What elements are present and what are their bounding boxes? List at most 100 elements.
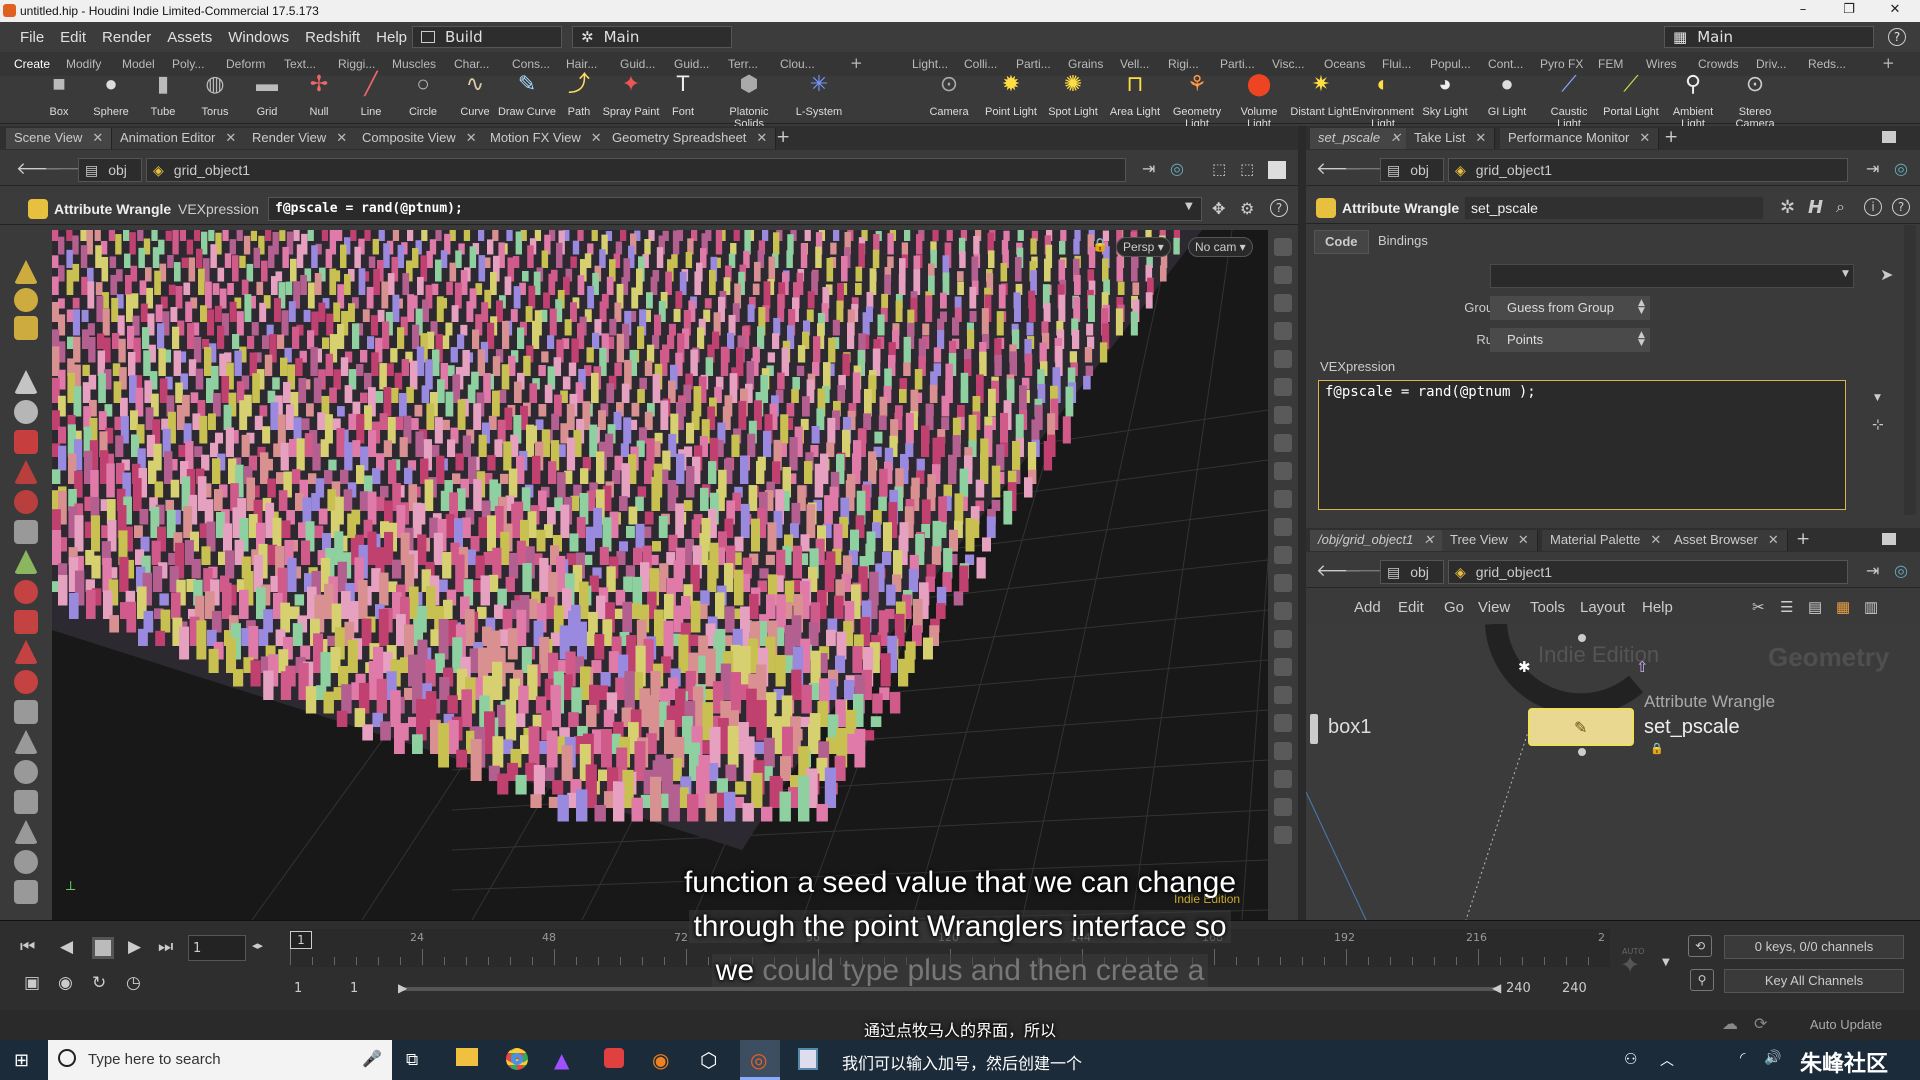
net-menu-view[interactable]: View: [1478, 599, 1510, 616]
shelf-tool[interactable]: ⊙ Stereo Camera: [1724, 73, 1786, 131]
shelf-tab[interactable]: Visc...: [1272, 55, 1312, 74]
dropdown-arrow-icon[interactable]: ▼: [1185, 201, 1193, 212]
app-icon-1[interactable]: ▲: [554, 1048, 569, 1072]
persp-menu[interactable]: Persp ▾: [1116, 237, 1171, 257]
pane-divider[interactable]: [1298, 126, 1306, 920]
menu-help[interactable]: Help: [368, 29, 415, 46]
viewport-tool-icon[interactable]: [14, 260, 38, 284]
viewport-tool-icon[interactable]: [14, 580, 38, 604]
menu-redshift[interactable]: Redshift: [297, 29, 368, 46]
viewport-tool-icon[interactable]: [14, 370, 38, 394]
handles-icon[interactable]: ✥: [1212, 199, 1225, 218]
unity-icon[interactable]: ⬡: [700, 1048, 717, 1072]
viewport-display-icon[interactable]: [1274, 322, 1292, 340]
run-over-menu[interactable]: Points: [1490, 328, 1650, 352]
taskbar-search[interactable]: Type here to search 🎤: [48, 1040, 392, 1080]
close-icon[interactable]: ✕: [1423, 532, 1434, 547]
close-icon[interactable]: ✕: [1768, 532, 1779, 547]
menu-windows[interactable]: Windows: [220, 29, 297, 46]
radial-pin-icon[interactable]: ⇧: [1636, 658, 1649, 676]
net-menu-layout[interactable]: Layout: [1580, 599, 1625, 616]
hda-icon[interactable]: H: [1808, 197, 1823, 218]
help-icon[interactable]: ?: [1888, 28, 1906, 46]
viewport-display-icon[interactable]: [1274, 462, 1292, 480]
houdini-taskbar-icon[interactable]: ◎: [740, 1040, 780, 1080]
parm-scrollbar[interactable]: [1904, 225, 1916, 515]
viewport-display-icon[interactable]: [1274, 798, 1292, 816]
vexpression-field[interactable]: f@pscale = rand(@ptnum);: [268, 197, 1202, 221]
viewport-tool-icon[interactable]: [14, 550, 38, 574]
windows-start-icon[interactable]: ⊞: [14, 1050, 29, 1071]
shelf-tool[interactable]: ✺ Spot Light: [1042, 73, 1104, 119]
tab-code[interactable]: Code: [1314, 230, 1369, 254]
close-icon[interactable]: ✕: [1390, 130, 1401, 145]
shelf-tool[interactable]: ✹ Point Light: [980, 73, 1042, 119]
chrome-icon[interactable]: [506, 1048, 528, 1070]
tab-composite-view[interactable]: Composite View ✕: [354, 128, 486, 149]
notepad-icon[interactable]: [798, 1048, 818, 1070]
viewport-display-icon[interactable]: [1274, 406, 1292, 424]
pane-maximize-icon[interactable]: [1882, 131, 1896, 143]
shelf-tool[interactable]: ✷ Distant Light: [1290, 73, 1352, 119]
desktop-main-right-selector[interactable]: ▦ Main: [1664, 26, 1874, 48]
minimize-button[interactable]: –: [1780, 0, 1826, 22]
net-menu-edit[interactable]: Edit: [1398, 599, 1424, 616]
viewport-display-icon[interactable]: [1274, 686, 1292, 704]
viewport-display-icon[interactable]: [1274, 602, 1292, 620]
vex-code-editor[interactable]: f@pscale = rand(@ptnum );: [1318, 380, 1846, 510]
close-icon[interactable]: ✕: [591, 130, 602, 145]
pin-icon[interactable]: ⇥: [1866, 561, 1879, 580]
viewport-tool-icon[interactable]: [14, 430, 38, 454]
shelf-tab[interactable]: Create: [14, 55, 56, 74]
viewport-display-icon[interactable]: [1274, 238, 1292, 256]
add-tab-icon[interactable]: +: [1796, 529, 1810, 549]
shelf-tool[interactable]: ⬤ Volume Light: [1228, 73, 1290, 131]
help-icon[interactable]: ?: [1270, 199, 1288, 217]
tab-animation-editor[interactable]: Animation Editor ✕: [112, 128, 246, 149]
group-dropdown-icon[interactable]: ▼: [1842, 269, 1849, 279]
net-menu-go[interactable]: Go: [1444, 599, 1464, 616]
net-menu-tools[interactable]: Tools: [1530, 599, 1565, 616]
node-set-pscale[interactable]: ✎: [1528, 708, 1634, 746]
viewport-display-icon[interactable]: [1274, 490, 1292, 508]
add-tab-icon[interactable]: +: [776, 127, 790, 147]
add-tab-icon[interactable]: +: [1664, 127, 1678, 147]
shelf-tool[interactable]: ⚲ Ambient Light: [1662, 73, 1724, 131]
close-icon[interactable]: ✕: [92, 130, 103, 145]
shelf-tool[interactable]: T Font: [652, 73, 714, 119]
viewport-display-icon[interactable]: [1274, 826, 1292, 844]
editor-add-icon[interactable]: ⊹: [1872, 417, 1884, 433]
viewport-display-icon[interactable]: [1274, 518, 1292, 536]
shelf-tool[interactable]: ◕ Sky Light: [1414, 73, 1476, 119]
menu-file[interactable]: File: [12, 29, 52, 46]
menu-assets[interactable]: Assets: [159, 29, 220, 46]
menu-render[interactable]: Render: [94, 29, 159, 46]
viewport-tool-icon[interactable]: [14, 730, 38, 754]
shelf-tool[interactable]: ⊓ Area Light: [1104, 73, 1166, 119]
close-icon[interactable]: ✕: [466, 130, 477, 145]
shelf-tab[interactable]: Reds...: [1808, 55, 1848, 74]
pin-icon[interactable]: ⇥: [1866, 159, 1879, 178]
path-root-button[interactable]: ▤ obj: [78, 158, 142, 182]
tab-performance-monitor[interactable]: Performance Monitor ✕: [1500, 128, 1660, 149]
viewport-tool-icon[interactable]: [14, 520, 38, 544]
viewport-tool-icon[interactable]: [14, 700, 38, 724]
viewport-display-icon[interactable]: [1274, 714, 1292, 732]
viewport-tool-icon[interactable]: [14, 288, 38, 312]
gear-icon[interactable]: ✲: [1780, 197, 1795, 218]
search-icon[interactable]: ⌕: [1836, 197, 1845, 217]
close-icon[interactable]: ✕: [336, 130, 347, 145]
close-icon[interactable]: ✕: [756, 130, 767, 145]
close-icon[interactable]: ✕: [225, 130, 236, 145]
viewport-tool-icon[interactable]: [14, 490, 38, 514]
desktop-build-selector[interactable]: Build: [412, 26, 562, 48]
editor-dropdown-icon[interactable]: ▼: [1874, 393, 1881, 403]
shelf-tab[interactable]: Parti...: [1016, 55, 1056, 74]
shelf-tool[interactable]: ⟋ Portal Light: [1600, 73, 1662, 119]
network-icon[interactable]: ⚇: [1624, 1050, 1637, 1068]
viewport-tool-icon[interactable]: [14, 670, 38, 694]
shelf-tool[interactable]: ✳ L-System: [788, 73, 850, 119]
tab-asset-browser[interactable]: Asset Browser ✕: [1666, 530, 1788, 551]
tab-set-pscale[interactable]: set_pscale ✕: [1310, 128, 1411, 149]
layout2-icon[interactable]: ⬚: [1240, 160, 1254, 178]
